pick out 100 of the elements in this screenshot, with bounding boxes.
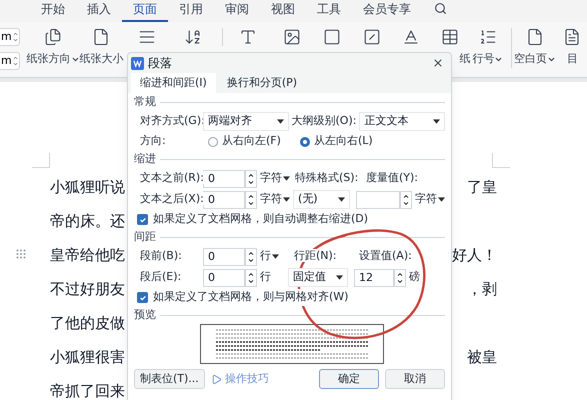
dropdown-select[interactable]: (无)	[293, 190, 350, 209]
tool-label: 纸张方向	[26, 51, 80, 68]
unit-dropdown[interactable]: 行	[260, 248, 279, 265]
pages-icon	[44, 28, 62, 46]
body-text: 皇帝给他吃	[50, 244, 125, 266]
checkbox[interactable]	[137, 292, 148, 303]
table-icon	[440, 28, 459, 46]
image-icon	[282, 28, 301, 46]
number-field[interactable]: 0	[203, 190, 245, 208]
section-heading: 预览	[134, 307, 156, 324]
menu-tab[interactable]: 视图	[260, 0, 306, 22]
sort-icon	[184, 28, 202, 46]
check-icon	[138, 294, 146, 302]
ribbon-tool[interactable]: 空白页	[511, 28, 558, 68]
menu-tab[interactable]: 工具	[306, 0, 352, 22]
ribbon-tool[interactable]: 纸张方向	[28, 28, 78, 68]
document-icon	[563, 28, 582, 46]
tab-stops-button[interactable]: 制表位(T)...	[134, 369, 205, 389]
unit-dropdown[interactable]: 磅	[409, 269, 420, 286]
caret-icon	[438, 197, 445, 202]
tool-label: 纸	[459, 51, 470, 67]
caret-icon	[272, 254, 279, 259]
page-icon	[526, 28, 544, 46]
caret-icon	[283, 176, 290, 181]
dropdown-select[interactable]: 两端对齐	[203, 112, 289, 131]
tool-label: 空白页	[514, 51, 556, 68]
menu-tab[interactable]: 插入	[76, 0, 122, 22]
dropdown-select[interactable]: 正文文本	[359, 112, 445, 131]
numbered-list-icon	[478, 28, 497, 46]
close-icon[interactable]	[432, 57, 444, 69]
body-text: 小狐狸听说	[50, 176, 125, 198]
checkbox-label: 如果定义了文档网格，则与网格对齐(W)	[153, 289, 348, 306]
spinner-button[interactable]	[245, 170, 257, 188]
dropdown-select[interactable]: 固定值	[288, 268, 348, 287]
text-icon	[238, 28, 257, 46]
ribbon-tool[interactable]: 纸	[430, 28, 470, 68]
number-field[interactable]: 0	[203, 170, 245, 188]
tool-label: 目	[566, 51, 578, 67]
menu-tab[interactable]: 会员专享	[352, 0, 422, 22]
unit-dropdown[interactable]: 字符	[415, 191, 445, 208]
drag-handle-icon[interactable]	[15, 248, 27, 260]
body-text: 了他的皮做	[50, 312, 125, 334]
number-field[interactable]: 12	[354, 268, 394, 286]
caret-icon	[283, 197, 290, 202]
tool-label: 行号	[472, 51, 504, 68]
ok-button[interactable]: 确定	[319, 369, 379, 389]
ribbon-tool[interactable]: 行号	[470, 28, 506, 68]
check-icon	[138, 216, 146, 224]
body-text: 帝抓了回来	[50, 380, 125, 400]
lines-icon	[138, 28, 156, 46]
body-text: 帝的床。还	[50, 210, 125, 232]
number-field[interactable]: 0	[203, 268, 245, 286]
unit-dropdown[interactable]: 字符	[260, 170, 290, 187]
field-label: 行距(N):	[294, 248, 338, 264]
number-field[interactable]	[356, 190, 400, 208]
page-icon	[92, 28, 110, 46]
spinner-button[interactable]	[245, 190, 257, 208]
caret-icon	[338, 197, 345, 202]
section-heading: 常规	[134, 94, 156, 110]
caret-icon	[276, 119, 284, 124]
square-icon	[322, 28, 341, 46]
search-icon[interactable]	[434, 2, 447, 15]
margin-marker	[32, 153, 50, 168]
menu-tab[interactable]: 开始	[30, 0, 76, 22]
radio-button[interactable]	[300, 136, 310, 146]
body-text: 了皇	[467, 176, 497, 198]
spinner-button[interactable]	[245, 248, 257, 266]
checkbox[interactable]	[137, 214, 148, 225]
caret-icon	[432, 119, 440, 124]
tool-label: 纸张大小	[79, 51, 124, 67]
unit-dropdown[interactable]: 行	[260, 269, 271, 286]
body-text: 不过好朋友	[50, 278, 125, 300]
caret-icon	[336, 275, 343, 280]
unit-dropdown[interactable]: 字符	[260, 191, 290, 208]
body-text: ，剥	[467, 278, 497, 300]
ribbon-tool[interactable]: 目	[558, 28, 587, 68]
letter-icon	[402, 28, 420, 46]
menu-tab[interactable]: 审阅	[214, 0, 260, 22]
body-text: 小狐狸很害	[50, 346, 125, 368]
play-icon	[210, 374, 222, 384]
spin-field[interactable]: m	[0, 28, 20, 46]
margin-marker	[492, 153, 510, 168]
dialog-tab[interactable]: 换行和分页(P)	[218, 73, 306, 93]
section-heading: 间距	[134, 229, 156, 246]
radio-button[interactable]	[208, 136, 218, 146]
ribbon-tool[interactable]: 纸张大小	[78, 28, 125, 68]
spin-field[interactable]: m	[0, 52, 20, 70]
spinner-button[interactable]	[394, 268, 406, 286]
dialog-title: 段落	[148, 55, 172, 72]
dialog-tab[interactable]: 缩进和间距(I)	[131, 73, 216, 93]
section-heading: 缩进	[134, 151, 156, 168]
cancel-button[interactable]: 取消	[385, 369, 445, 389]
spinner-button[interactable]	[245, 268, 257, 286]
app-logo-icon	[131, 56, 144, 70]
spinner-button[interactable]	[400, 190, 412, 208]
radio-label: 从左向右(L)	[314, 133, 373, 150]
radio-label: 从右向左(F)	[222, 133, 281, 150]
body-text: 被皇	[467, 346, 497, 368]
number-field[interactable]: 0	[203, 248, 245, 266]
menu-tab[interactable]: 引用	[168, 0, 214, 22]
